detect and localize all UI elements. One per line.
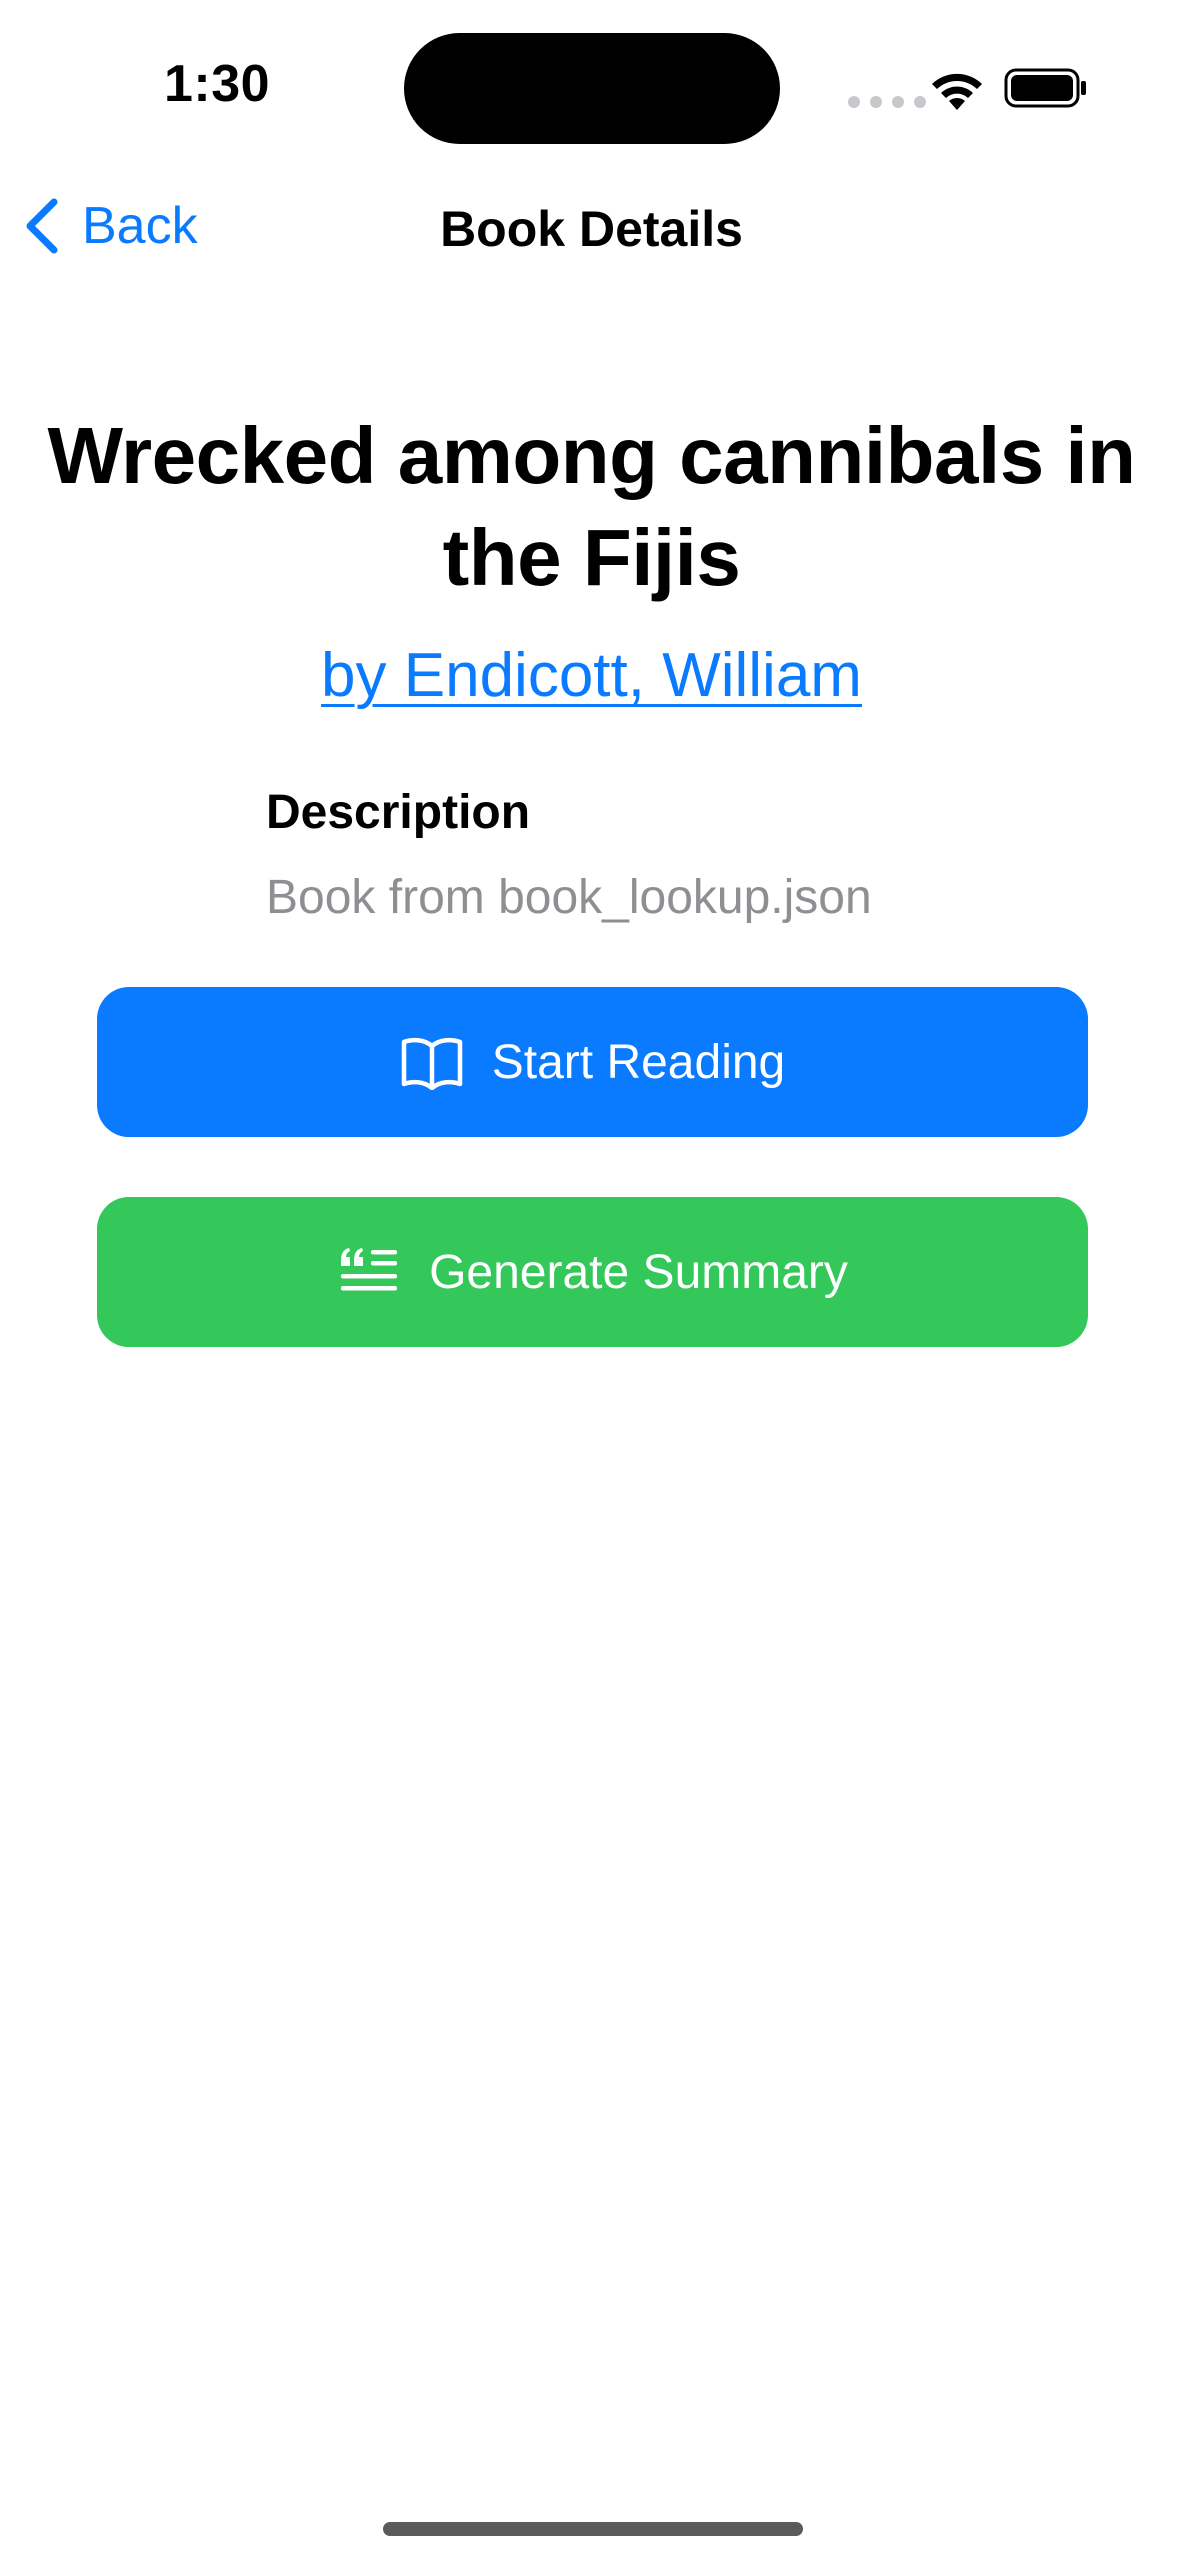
start-reading-label: Start Reading (491, 1035, 786, 1089)
home-indicator[interactable] (383, 2522, 803, 2536)
wifi-icon (932, 73, 982, 110)
book-icon (401, 1037, 462, 1090)
description-heading: Description (266, 786, 531, 839)
generate-summary-button[interactable]: Generate Summary (97, 1197, 1088, 1347)
cellular-signal-icon (848, 96, 926, 108)
nav-title: Book Details (440, 201, 743, 257)
dynamic-island (404, 33, 780, 144)
book-title: Wrecked among cannibals in the Fijis (47, 411, 1136, 602)
start-reading-button[interactable]: Start Reading (97, 987, 1088, 1137)
author-link[interactable]: by Endicott, William (0, 640, 1183, 711)
status-time: 1:30 (164, 55, 271, 113)
description-text: Book from book_lookup.json (266, 871, 872, 924)
generate-summary-label: Generate Summary (429, 1245, 848, 1299)
text-quote-icon (341, 1248, 398, 1291)
battery-icon (1004, 68, 1086, 108)
